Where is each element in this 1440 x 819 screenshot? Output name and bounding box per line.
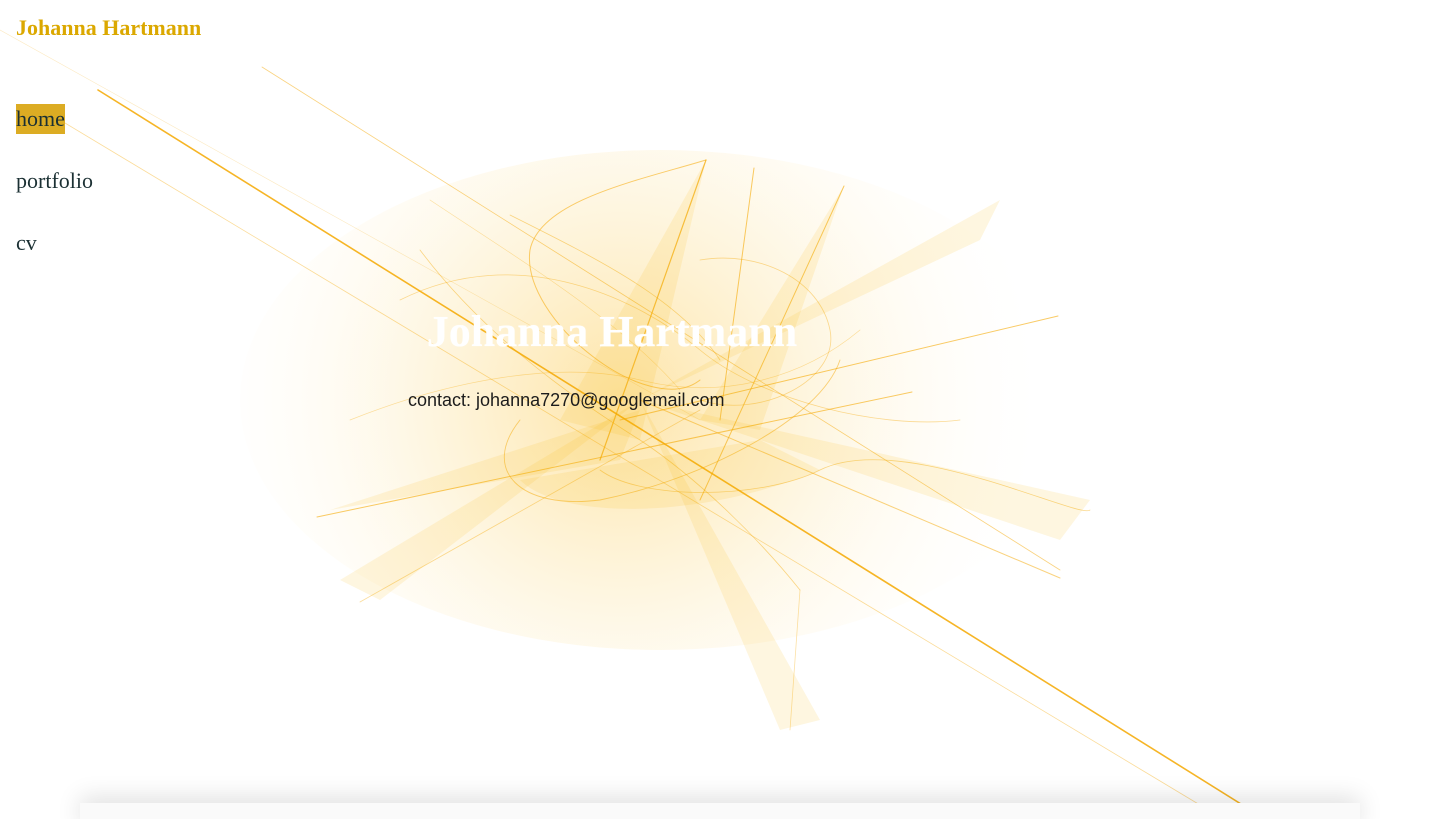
main-nav: home portfolio cv [16,104,93,290]
site-title-link[interactable]: Johanna Hartmann [16,13,201,43]
page: Johanna Hartmann home portfolio cv Johan… [0,0,1440,819]
nav-item-home[interactable]: home [16,104,65,134]
bottom-panel-edge [80,803,1360,819]
hero-title: Johanna Hartmann [426,307,798,356]
nav-item-cv[interactable]: cv [16,228,37,258]
contact-text: contact: johanna7270@googlemail.com [408,390,725,410]
nav-item-portfolio[interactable]: portfolio [16,166,93,196]
